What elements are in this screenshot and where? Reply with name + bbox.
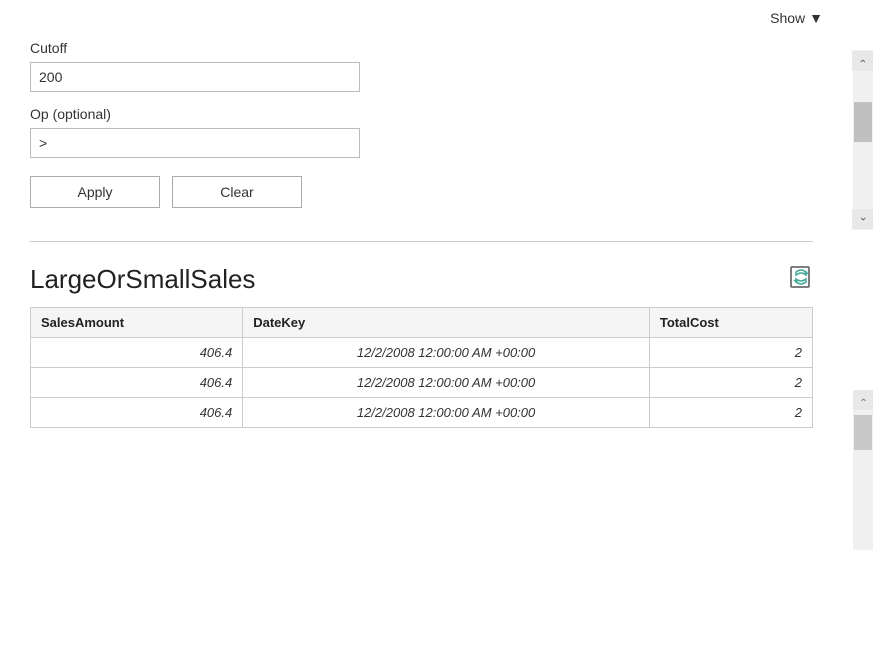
cutoff-input[interactable] [30, 62, 360, 92]
op-label: Op (optional) [30, 106, 843, 122]
cell-date-key-3: 12/2/2008 12:00:00 AM +00:00 [243, 398, 650, 428]
section-divider [30, 241, 813, 242]
refresh-icon[interactable] [789, 265, 813, 295]
cell-sales-amount-2: 406.4 [31, 368, 243, 398]
table-body: 406.4 12/2/2008 12:00:00 AM +00:00 2 406… [31, 338, 813, 428]
col-header-sales-amount: SalesAmount [31, 308, 243, 338]
result-scroll-up-arrow[interactable]: › [853, 390, 873, 410]
cell-sales-amount-1: 406.4 [31, 338, 243, 368]
cell-date-key-2: 12/2/2008 12:00:00 AM +00:00 [243, 368, 650, 398]
apply-label: Apply [77, 184, 112, 200]
results-header: LargeOrSmallSales [30, 264, 843, 295]
table-row: 406.4 12/2/2008 12:00:00 AM +00:00 2 [31, 368, 813, 398]
table-row: 406.4 12/2/2008 12:00:00 AM +00:00 2 [31, 338, 813, 368]
table-header: SalesAmount DateKey TotalCost [31, 308, 813, 338]
right-scrollbar-results: › [853, 390, 873, 550]
main-container: Show ▼ › › Cutoff Op (optional) Apply [0, 0, 873, 654]
data-table: SalesAmount DateKey TotalCost 406.4 12/2… [30, 307, 813, 428]
apply-button[interactable]: Apply [30, 176, 160, 208]
result-scroll-track [853, 410, 873, 550]
clear-label: Clear [220, 184, 253, 200]
col-header-total-cost: TotalCost [649, 308, 812, 338]
table-header-row: SalesAmount DateKey TotalCost [31, 308, 813, 338]
cell-total-cost-3: 2 [649, 398, 812, 428]
results-section: LargeOrSmallSales SalesAmount DateKe [30, 260, 843, 428]
clear-button[interactable]: Clear [172, 176, 302, 208]
cutoff-label: Cutoff [30, 40, 843, 56]
form-section: Cutoff Op (optional) Apply Clear [30, 20, 843, 223]
results-title: LargeOrSmallSales [30, 264, 255, 295]
cell-total-cost-1: 2 [649, 338, 812, 368]
col-header-date-key: DateKey [243, 308, 650, 338]
cell-total-cost-2: 2 [649, 368, 812, 398]
cell-sales-amount-3: 406.4 [31, 398, 243, 428]
op-input[interactable] [30, 128, 360, 158]
button-row: Apply Clear [30, 176, 843, 208]
table-row: 406.4 12/2/2008 12:00:00 AM +00:00 2 [31, 398, 813, 428]
content-area: Cutoff Op (optional) Apply Clear LargeO [0, 0, 873, 654]
cell-date-key-1: 12/2/2008 12:00:00 AM +00:00 [243, 338, 650, 368]
cutoff-field-group: Cutoff [30, 40, 843, 92]
result-scroll-thumb[interactable] [854, 415, 872, 450]
op-field-group: Op (optional) [30, 106, 843, 158]
